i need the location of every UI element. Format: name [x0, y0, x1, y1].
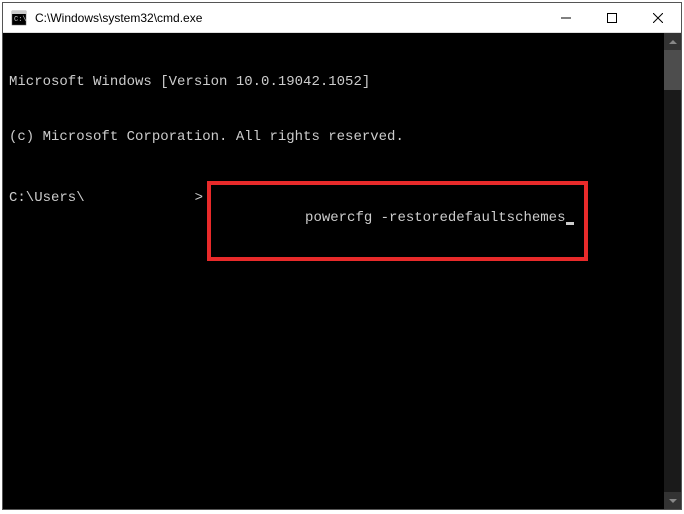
- svg-text:C:\: C:\: [14, 16, 27, 24]
- console-output[interactable]: Microsoft Windows [Version 10.0.19042.10…: [3, 33, 664, 509]
- vertical-scrollbar: [664, 33, 681, 509]
- cmd-icon: C:\: [11, 10, 27, 26]
- scroll-thumb[interactable]: [664, 50, 681, 90]
- titlebar: C:\ C:\Windows\system32\cmd.exe: [3, 3, 681, 33]
- close-button[interactable]: [635, 3, 681, 32]
- prompt-prefix: C:\Users\: [9, 189, 85, 207]
- scroll-track[interactable]: [664, 50, 681, 492]
- command-highlight-box: powercfg -restoredefaultschemes: [207, 181, 587, 262]
- version-line: Microsoft Windows [Version 10.0.19042.10…: [9, 73, 658, 91]
- command-text: powercfg -restoredefaultschemes: [305, 210, 565, 226]
- minimize-button[interactable]: [543, 3, 589, 32]
- copyright-line: (c) Microsoft Corporation. All rights re…: [9, 128, 658, 146]
- prompt-line: C:\Users\ > powercfg -restoredefaultschem…: [9, 189, 658, 262]
- window-controls: [543, 3, 681, 32]
- prompt-suffix: >: [195, 189, 203, 207]
- window-title: C:\Windows\system32\cmd.exe: [35, 11, 543, 25]
- cmd-window: C:\ C:\Windows\system32\cmd.exe Microsof…: [2, 2, 682, 510]
- text-cursor: [566, 222, 574, 225]
- scroll-up-button[interactable]: [664, 33, 681, 50]
- scroll-down-button[interactable]: [664, 492, 681, 509]
- maximize-button[interactable]: [589, 3, 635, 32]
- console-area: Microsoft Windows [Version 10.0.19042.10…: [3, 33, 681, 509]
- redacted-username: [85, 189, 195, 203]
